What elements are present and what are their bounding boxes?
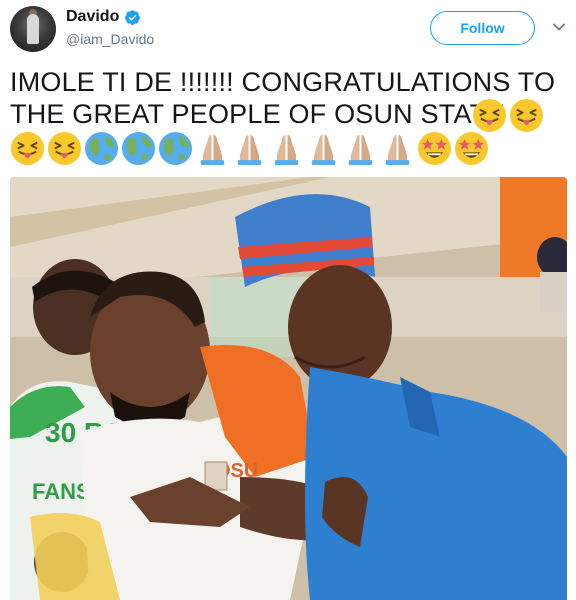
tweet-photo[interactable]: 30 BG FANS WIT OSU (10, 177, 567, 600)
verified-badge-icon (125, 9, 141, 25)
squinting-tongue-emoji-icon (47, 131, 82, 166)
star-struck-icon (454, 131, 489, 166)
folded-hands-icon (200, 134, 225, 166)
display-name[interactable]: Davido (66, 8, 119, 26)
globe-icon (121, 131, 156, 166)
folded-hands-icon (348, 134, 373, 166)
chevron-down-icon[interactable] (552, 20, 566, 34)
globe-icon (158, 131, 193, 166)
squinting-tongue-emoji-icon (509, 98, 544, 133)
star-struck-icon (417, 131, 452, 166)
photo-illustration: 30 BG FANS WIT OSU (10, 177, 567, 600)
squinting-tongue-emoji-icon (472, 98, 507, 133)
squinting-tongue-emoji-icon (10, 131, 45, 166)
avatar[interactable] (10, 6, 56, 52)
globe-icon (84, 131, 119, 166)
folded-hands-icon (274, 134, 299, 166)
account-handle[interactable]: @iam_Davido (66, 31, 154, 47)
folded-hands-icon (311, 134, 336, 166)
emoji-row-1 (472, 98, 544, 133)
emoji-row-2 (10, 131, 489, 166)
folded-hands-icon (237, 134, 262, 166)
follow-button[interactable]: Follow (430, 11, 535, 45)
folded-hands-icon (385, 134, 410, 166)
tweet-card: Davido @iam_Davido Follow IMOLE TI DE !!… (0, 0, 576, 600)
account-name-row[interactable]: Davido (66, 8, 141, 26)
